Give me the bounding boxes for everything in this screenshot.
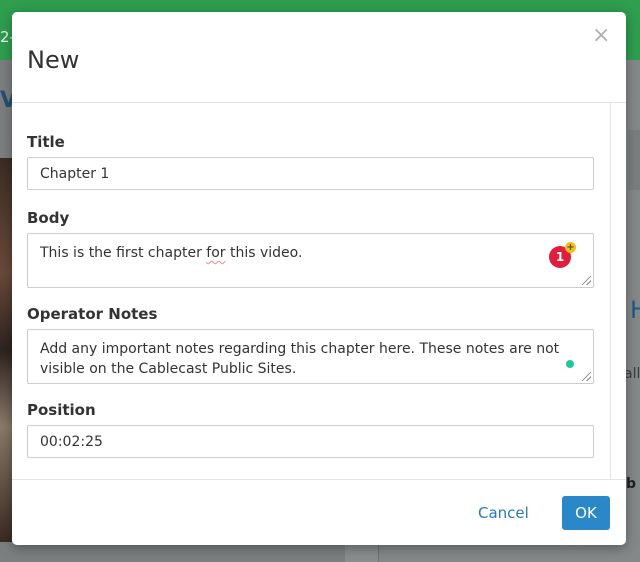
right-panel-strip [628, 130, 640, 190]
new-chapter-modal: New × Title Chapter 1 Body This is the f… [12, 12, 626, 545]
modal-body[interactable]: Title Chapter 1 Body This is the first c… [12, 103, 626, 479]
close-icon[interactable]: × [592, 25, 610, 47]
ok-button[interactable]: OK [562, 496, 610, 530]
body-textarea-value[interactable]: This is the first chapter for this video… [40, 243, 570, 263]
title-label: Title [27, 133, 65, 151]
position-input-value[interactable]: 00:02:25 [40, 434, 103, 450]
body-textarea[interactable]: This is the first chapter for this video… [27, 233, 594, 288]
operator-notes-textarea[interactable]: Add any important notes regarding this c… [27, 329, 594, 384]
body-text-after: this video. [225, 245, 303, 261]
resize-grip-icon[interactable] [582, 372, 591, 381]
operator-notes-label: Operator Notes [27, 305, 158, 323]
title-input[interactable]: Chapter 1 [27, 157, 594, 190]
cancel-button[interactable]: Cancel [478, 504, 529, 522]
title-input-value[interactable]: Chapter 1 [40, 166, 109, 182]
position-label: Position [27, 401, 96, 419]
resize-grip-icon[interactable] [582, 276, 591, 285]
modal-title: New [27, 46, 80, 74]
spellcheck-flagged-word[interactable]: for [206, 245, 225, 261]
body-label: Body [27, 209, 70, 227]
grammar-plus-badge: + [565, 242, 576, 253]
right-panel-heading: H [630, 296, 640, 324]
video-thumbnails [0, 158, 12, 542]
body-text-before: This is the first chapter [40, 245, 207, 261]
right-panel-text: all [624, 366, 640, 382]
modal-header: New × [12, 12, 626, 103]
operator-notes-value[interactable]: Add any important notes regarding this c… [40, 339, 570, 379]
scrollbar[interactable] [610, 103, 611, 479]
grammar-status-dot[interactable] [566, 360, 574, 368]
right-panel-bold-text: b [626, 476, 637, 492]
modal-footer: Cancel OK [12, 479, 626, 545]
position-input[interactable]: 00:02:25 [27, 425, 594, 458]
